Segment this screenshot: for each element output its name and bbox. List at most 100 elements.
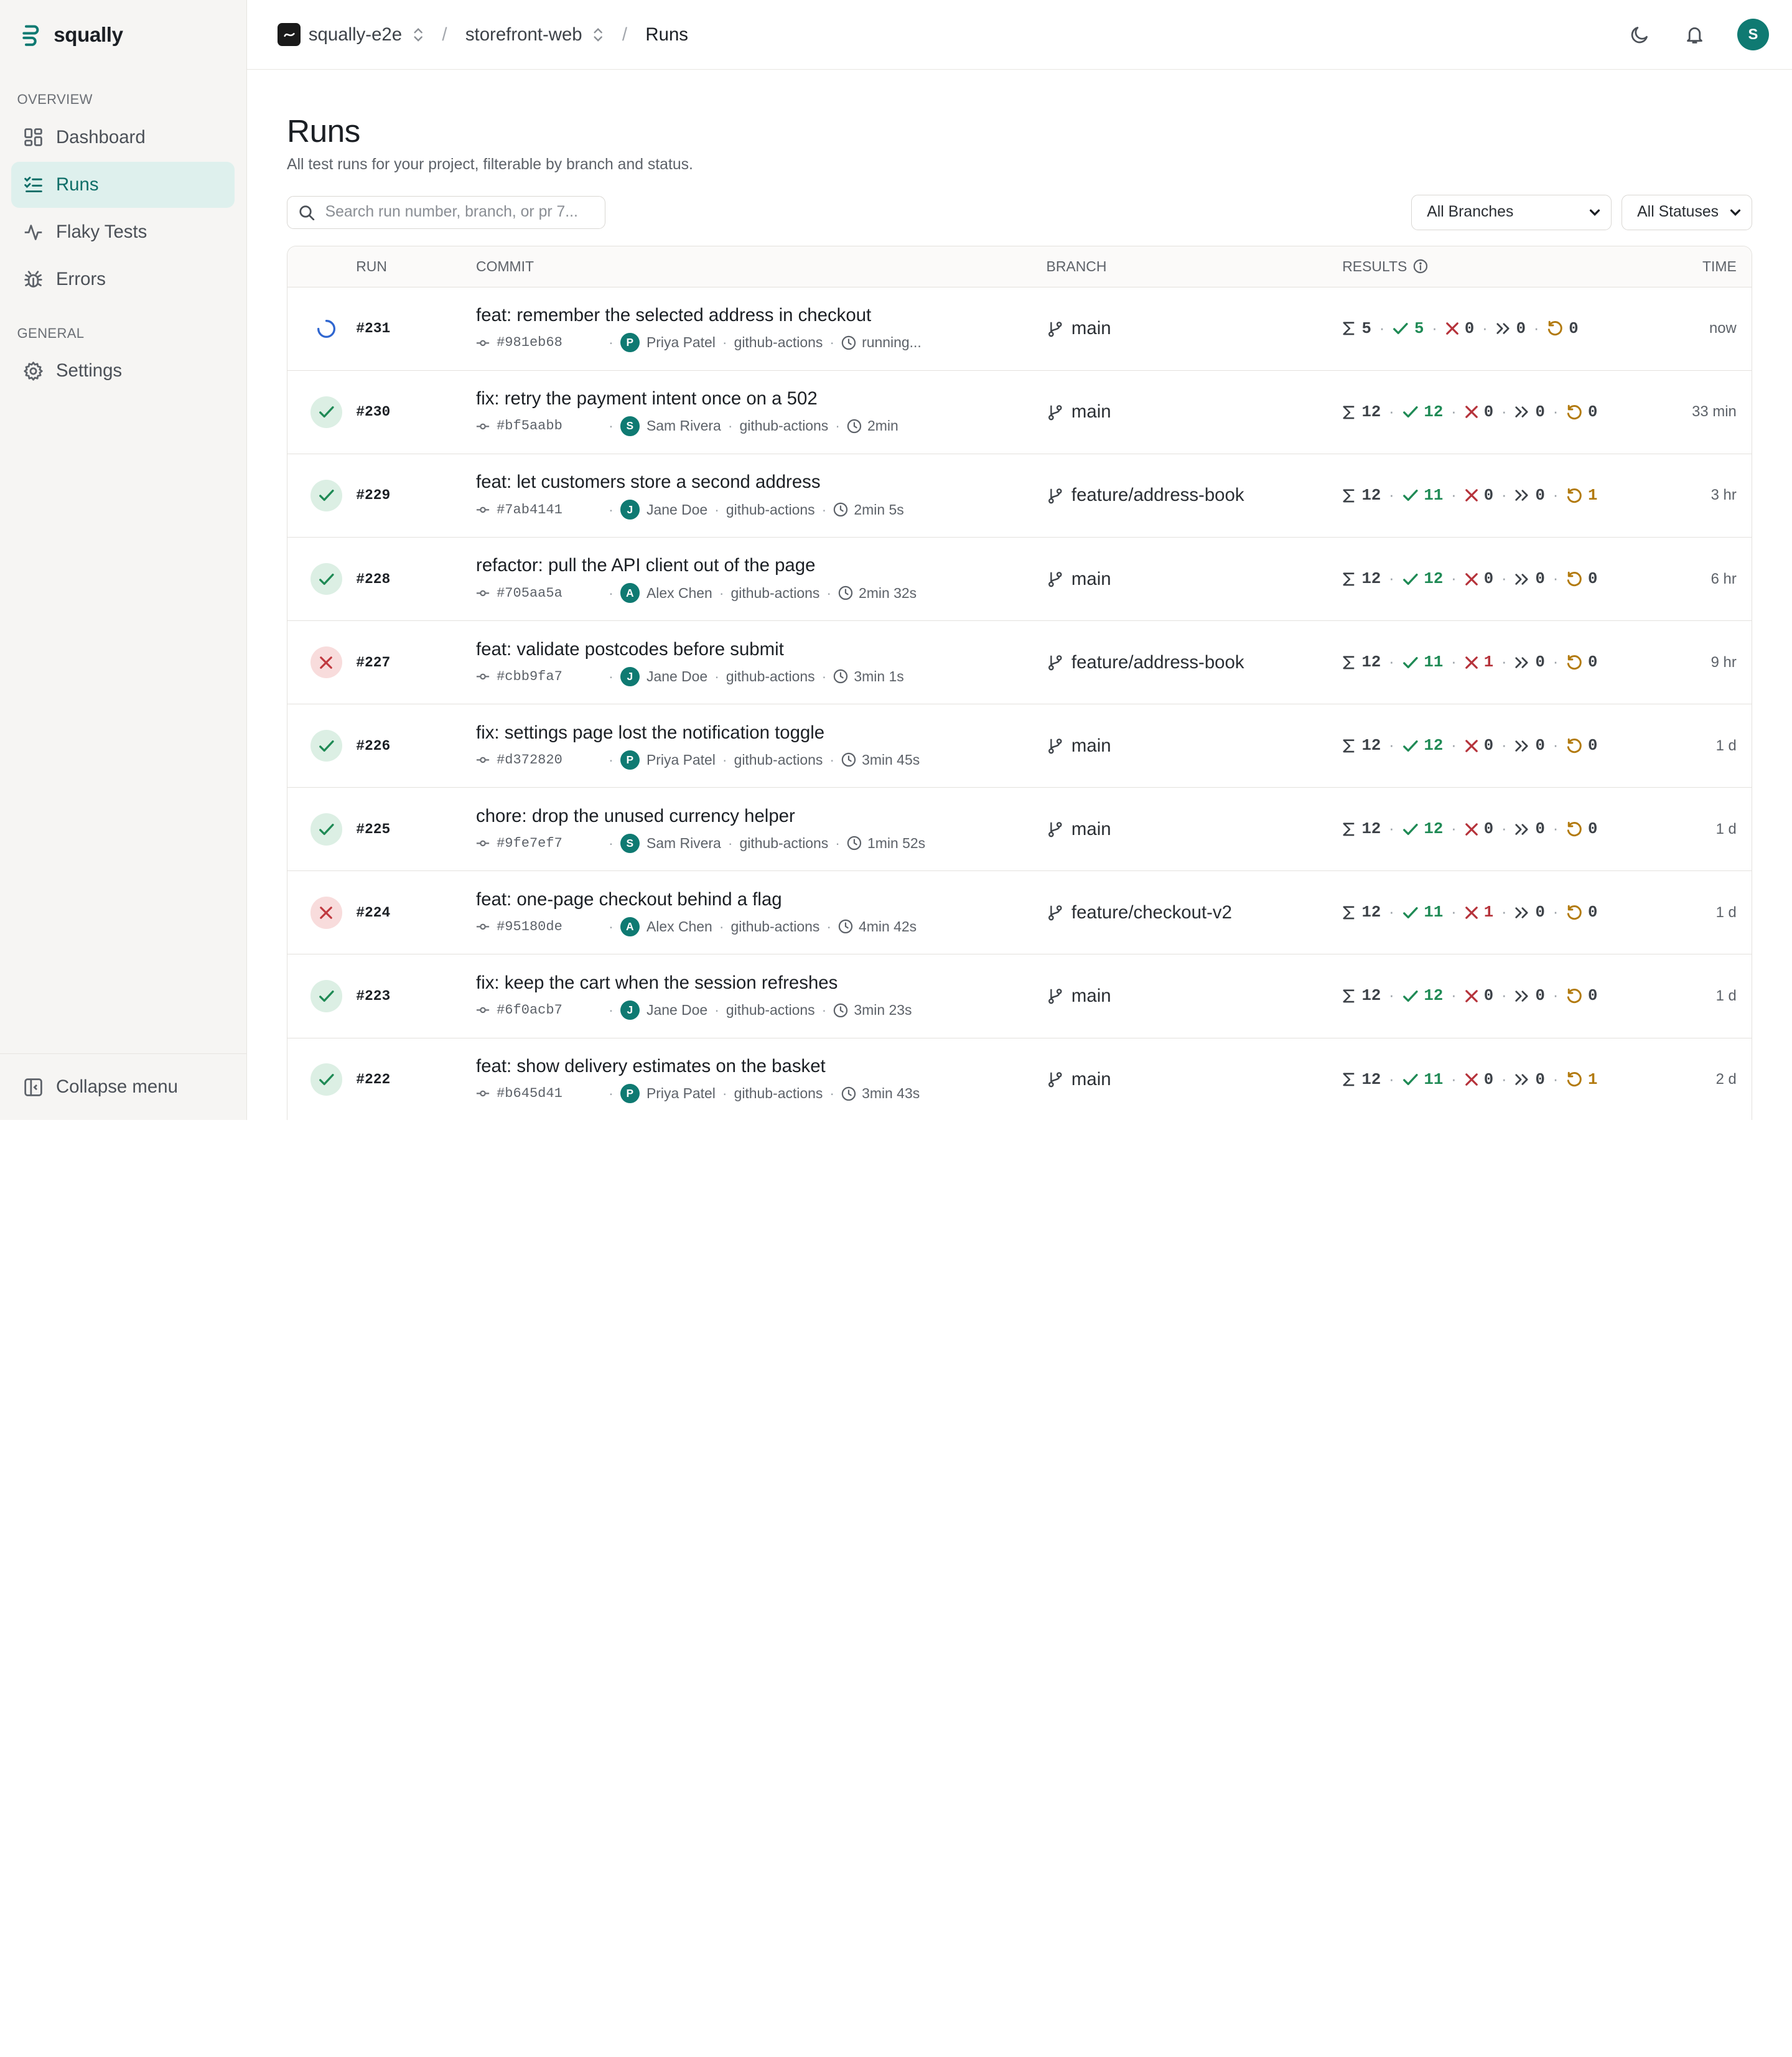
collapse-menu-button[interactable]: Collapse menu [0, 1053, 246, 1120]
search-input[interactable] [325, 203, 600, 222]
bell-icon[interactable] [1682, 22, 1707, 47]
nav-section-general: GENERAL [17, 325, 85, 341]
x-icon [1465, 405, 1478, 419]
failed-count: 0 [1483, 820, 1494, 839]
breadcrumb-separator: / [442, 24, 447, 45]
dashboard-icon [23, 127, 44, 147]
sidebar-item-dashboard[interactable]: Dashboard [11, 114, 235, 160]
check-icon [1402, 656, 1419, 669]
commit-sha[interactable]: #705aa5a [476, 585, 602, 601]
commit-sha[interactable]: #981eb68 [476, 335, 602, 350]
duration-text: 2min 5s [854, 501, 904, 518]
sidebar-item-errors[interactable]: Errors [11, 257, 235, 302]
breadcrumb-project[interactable]: storefront-web [465, 24, 604, 45]
skipped-count: 0 [1535, 1070, 1545, 1089]
table-row[interactable]: #226 fix: settings page lost the notific… [287, 704, 1752, 788]
skip-icon [1514, 1073, 1529, 1086]
commit-sha[interactable]: #7ab4141 [476, 502, 602, 518]
branch-name: main [1071, 818, 1111, 839]
run-status-cell [287, 897, 356, 929]
table-row[interactable]: #229 feat: let customers store a second … [287, 454, 1752, 538]
branch-cell[interactable]: main [1047, 318, 1343, 339]
run-number[interactable]: #228 [356, 571, 476, 587]
results-separator: · [1501, 903, 1507, 921]
sidebar-item-flaky-tests[interactable]: Flaky Tests [11, 209, 235, 254]
status-badge-passed [310, 813, 343, 846]
results-separator: · [1389, 653, 1394, 671]
branch-filter-select[interactable]: All Branches [1411, 194, 1612, 230]
results-separator: · [1552, 1070, 1559, 1088]
branch-cell[interactable]: feature/address-book [1047, 652, 1343, 673]
run-number[interactable]: #226 [356, 738, 476, 754]
commit-title: fix: keep the cart when the session refr… [476, 972, 838, 993]
commit-sha[interactable]: #95180de [476, 919, 602, 935]
table-row[interactable]: #228 refactor: pull the API client out o… [287, 538, 1752, 622]
branch-icon [1047, 404, 1064, 421]
branch-cell[interactable]: main [1047, 986, 1343, 1007]
commit-title: feat: validate postcodes before submit [476, 638, 784, 660]
x-icon [1465, 488, 1478, 502]
commit-sha[interactable]: #9fe7ef7 [476, 836, 602, 851]
table-row[interactable]: #222 feat: show delivery estimates on th… [287, 1038, 1752, 1120]
brand[interactable]: squally [0, 0, 246, 71]
skip-icon [1514, 906, 1529, 920]
skip-icon [1514, 823, 1529, 836]
results-separator: · [1451, 987, 1457, 1005]
commit-author: A Alex Chen [620, 917, 712, 936]
sidebar-item-settings[interactable]: Settings [11, 348, 235, 394]
chevron-updown-icon [592, 27, 604, 43]
branch-cell[interactable]: main [1047, 735, 1343, 757]
chevron-updown-icon [413, 27, 424, 43]
breadcrumb-org[interactable]: squally-e2e [278, 23, 424, 46]
table-row[interactable]: #231 feat: remember the selected address… [287, 287, 1752, 371]
breadcrumb-current: Runs [645, 24, 688, 45]
meta-separator: · [835, 834, 840, 851]
retry-icon [1547, 320, 1563, 337]
duration-text: 3min 43s [862, 1085, 920, 1102]
run-number[interactable]: #229 [356, 487, 476, 503]
commit-sha[interactable]: #cbb9fa7 [476, 669, 602, 684]
commit-sha[interactable]: #bf5aabb [476, 418, 602, 434]
branch-cell[interactable]: main [1047, 401, 1343, 422]
commit-sha[interactable]: #b645d41 [476, 1086, 602, 1101]
run-number[interactable]: #227 [356, 655, 476, 671]
info-icon[interactable] [1413, 259, 1428, 274]
commit-sha[interactable]: #6f0acb7 [476, 1002, 602, 1018]
run-number[interactable]: #222 [356, 1071, 476, 1088]
table-row[interactable]: #223 fix: keep the cart when the session… [287, 954, 1752, 1038]
commit-sha[interactable]: #d372820 [476, 752, 602, 768]
moon-icon[interactable] [1627, 22, 1652, 47]
run-number[interactable]: #230 [356, 404, 476, 420]
total-count: 12 [1361, 1070, 1381, 1089]
results-passed: 11 [1402, 653, 1443, 671]
user-avatar[interactable]: S [1737, 18, 1770, 51]
page-title: Runs [287, 112, 360, 149]
results-separator: · [1451, 737, 1457, 755]
table-row[interactable]: #225 chore: drop the unused currency hel… [287, 788, 1752, 872]
results-retried: 0 [1566, 570, 1597, 588]
table-row[interactable]: #230 fix: retry the payment intent once … [287, 370, 1752, 454]
header-run: RUN [356, 258, 387, 274]
results-retried: 0 [1566, 820, 1597, 838]
run-number[interactable]: #225 [356, 821, 476, 837]
author-name: Alex Chen [646, 584, 712, 601]
run-status-cell [287, 730, 356, 762]
run-duration: 2min [847, 417, 898, 434]
run-number[interactable]: #223 [356, 988, 476, 1004]
branch-cell[interactable]: feature/address-book [1047, 485, 1343, 506]
branch-cell[interactable]: feature/checkout-v2 [1047, 902, 1343, 923]
sidebar-item-runs[interactable]: Runs [11, 162, 235, 208]
table-row[interactable]: #224 feat: one-page checkout behind a fl… [287, 871, 1752, 955]
branch-cell[interactable]: main [1047, 819, 1343, 840]
failed-count: 0 [1483, 1070, 1494, 1089]
results-skipped: 0 [1514, 570, 1545, 588]
commit-cell: feat: let customers store a second addre… [476, 472, 1047, 520]
run-number[interactable]: #224 [356, 905, 476, 921]
status-filter-select[interactable]: All Statuses [1622, 194, 1752, 230]
branch-cell[interactable]: main [1047, 1069, 1343, 1090]
branch-cell[interactable]: main [1047, 569, 1343, 590]
table-row[interactable]: #227 feat: validate postcodes before sub… [287, 621, 1752, 705]
run-number[interactable]: #231 [356, 320, 476, 337]
commit-author: S Sam Rivera [620, 833, 721, 853]
author-name: Jane Doe [646, 1001, 708, 1018]
